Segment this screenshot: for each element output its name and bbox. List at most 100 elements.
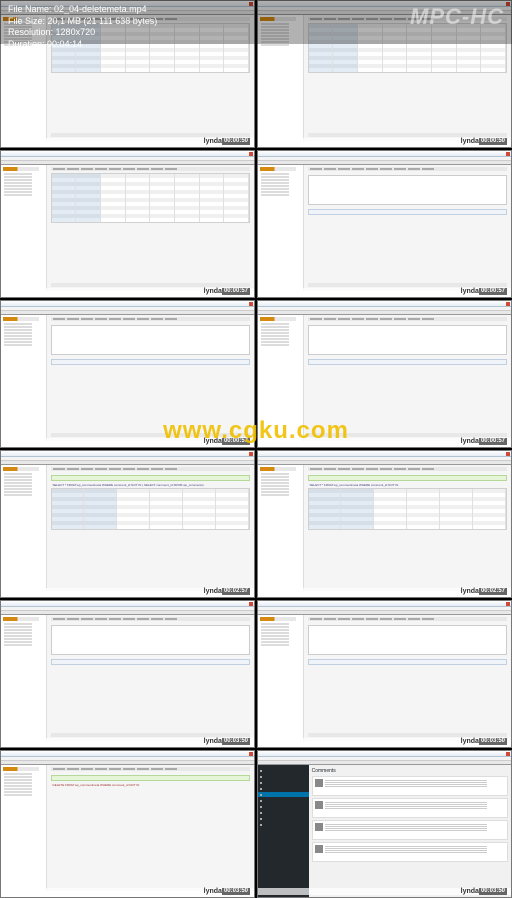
- db-nav-item[interactable]: [4, 179, 32, 181]
- db-nav-item[interactable]: [4, 629, 32, 631]
- topnav-tab[interactable]: [366, 168, 378, 170]
- db-nav-item[interactable]: [261, 494, 289, 496]
- db-nav-item[interactable]: [4, 473, 32, 475]
- comment-row[interactable]: [312, 776, 508, 796]
- topnav-tab[interactable]: [151, 168, 163, 170]
- action-bar[interactable]: [308, 733, 507, 737]
- topnav-tab[interactable]: [422, 618, 434, 620]
- sql-query-box[interactable]: [51, 325, 250, 355]
- db-nav-item[interactable]: [4, 476, 32, 478]
- db-nav-item[interactable]: [4, 794, 32, 796]
- db-nav-item[interactable]: [261, 194, 289, 196]
- wp-menu-item[interactable]: [258, 780, 309, 785]
- topnav-tab[interactable]: [408, 318, 420, 320]
- topnav-tab[interactable]: [408, 618, 420, 620]
- comment-row[interactable]: [312, 842, 508, 862]
- wp-menu-item[interactable]: [258, 810, 309, 815]
- video-thumbnail[interactable]: lynda00:03:50: [257, 600, 512, 748]
- db-nav-item[interactable]: [4, 635, 32, 637]
- topnav-tab[interactable]: [95, 768, 107, 770]
- topnav-tab[interactable]: [422, 168, 434, 170]
- sql-query-box[interactable]: [308, 175, 507, 205]
- topnav-tab[interactable]: [123, 618, 135, 620]
- topnav-tab[interactable]: [324, 318, 336, 320]
- topnav-tab[interactable]: [352, 618, 364, 620]
- db-nav-item[interactable]: [4, 791, 32, 793]
- db-nav-item[interactable]: [4, 776, 32, 778]
- comment-row[interactable]: [312, 820, 508, 840]
- db-nav-item[interactable]: [4, 632, 32, 634]
- topnav-tab[interactable]: [324, 618, 336, 620]
- db-nav-item[interactable]: [4, 185, 32, 187]
- action-bar[interactable]: [51, 283, 250, 287]
- topnav-tab[interactable]: [310, 468, 322, 470]
- video-thumbnail[interactable]: lynda00:03:50: [0, 600, 255, 748]
- topnav-tab[interactable]: [324, 468, 336, 470]
- topnav-tab[interactable]: [165, 618, 177, 620]
- topnav-tab[interactable]: [151, 318, 163, 320]
- topnav-tab[interactable]: [95, 318, 107, 320]
- topnav-tab[interactable]: [95, 468, 107, 470]
- topnav-tab[interactable]: [338, 168, 350, 170]
- topnav-tab[interactable]: [109, 318, 121, 320]
- wp-menu-item[interactable]: [258, 774, 309, 779]
- db-nav-item[interactable]: [261, 476, 289, 478]
- topnav-tab[interactable]: [310, 318, 322, 320]
- topnav-tab[interactable]: [137, 468, 149, 470]
- db-nav-item[interactable]: [4, 644, 32, 646]
- topnav-tab[interactable]: [394, 618, 406, 620]
- topnav-tab[interactable]: [151, 618, 163, 620]
- db-nav-item[interactable]: [4, 773, 32, 775]
- wp-menu-item[interactable]: [258, 798, 309, 803]
- db-nav-item[interactable]: [261, 482, 289, 484]
- db-nav-item[interactable]: [261, 173, 289, 175]
- topnav-tab[interactable]: [67, 168, 79, 170]
- db-nav-item[interactable]: [4, 335, 32, 337]
- db-nav-item[interactable]: [4, 338, 32, 340]
- topnav-tab[interactable]: [165, 468, 177, 470]
- topnav-tab[interactable]: [67, 618, 79, 620]
- db-nav-item[interactable]: [4, 638, 32, 640]
- table-row[interactable]: [52, 68, 249, 72]
- wp-menu-item[interactable]: [258, 822, 309, 827]
- topnav-tab[interactable]: [81, 468, 93, 470]
- topnav-tab[interactable]: [95, 168, 107, 170]
- db-nav-item[interactable]: [261, 473, 289, 475]
- topnav-tab[interactable]: [81, 618, 93, 620]
- db-nav-item[interactable]: [4, 326, 32, 328]
- action-bar[interactable]: [308, 133, 507, 137]
- topnav-tab[interactable]: [352, 468, 364, 470]
- topnav-tab[interactable]: [165, 768, 177, 770]
- topnav-tab[interactable]: [137, 318, 149, 320]
- db-nav-item[interactable]: [261, 641, 289, 643]
- topnav-tab[interactable]: [310, 618, 322, 620]
- db-nav-item[interactable]: [4, 173, 32, 175]
- video-thumbnail[interactable]: SELECT * FROM wp_commentmeta WHERE comme…: [0, 450, 255, 598]
- table-row[interactable]: [309, 68, 506, 72]
- topnav-tab[interactable]: [95, 618, 107, 620]
- topnav-tab[interactable]: [165, 168, 177, 170]
- db-nav-item[interactable]: [4, 344, 32, 346]
- table-row[interactable]: [309, 525, 506, 529]
- video-thumbnail[interactable]: lynda00:00:57: [257, 150, 512, 298]
- db-nav-item[interactable]: [261, 191, 289, 193]
- topnav-tab[interactable]: [67, 768, 79, 770]
- topnav-tab[interactable]: [81, 768, 93, 770]
- topnav-tab[interactable]: [109, 768, 121, 770]
- db-nav-item[interactable]: [4, 479, 32, 481]
- db-nav-item[interactable]: [261, 488, 289, 490]
- db-nav-item[interactable]: [4, 332, 32, 334]
- db-nav-item[interactable]: [261, 182, 289, 184]
- wp-menu-item[interactable]: [258, 804, 309, 809]
- topnav-tab[interactable]: [338, 468, 350, 470]
- db-nav-item[interactable]: [4, 485, 32, 487]
- db-nav-item[interactable]: [261, 623, 289, 625]
- db-nav-item[interactable]: [4, 779, 32, 781]
- db-nav-item[interactable]: [4, 341, 32, 343]
- wp-menu-item[interactable]: [258, 816, 309, 821]
- topnav-tab[interactable]: [352, 318, 364, 320]
- db-nav-item[interactable]: [4, 788, 32, 790]
- db-nav-item[interactable]: [4, 626, 32, 628]
- db-nav-item[interactable]: [4, 482, 32, 484]
- topnav-tab[interactable]: [422, 468, 434, 470]
